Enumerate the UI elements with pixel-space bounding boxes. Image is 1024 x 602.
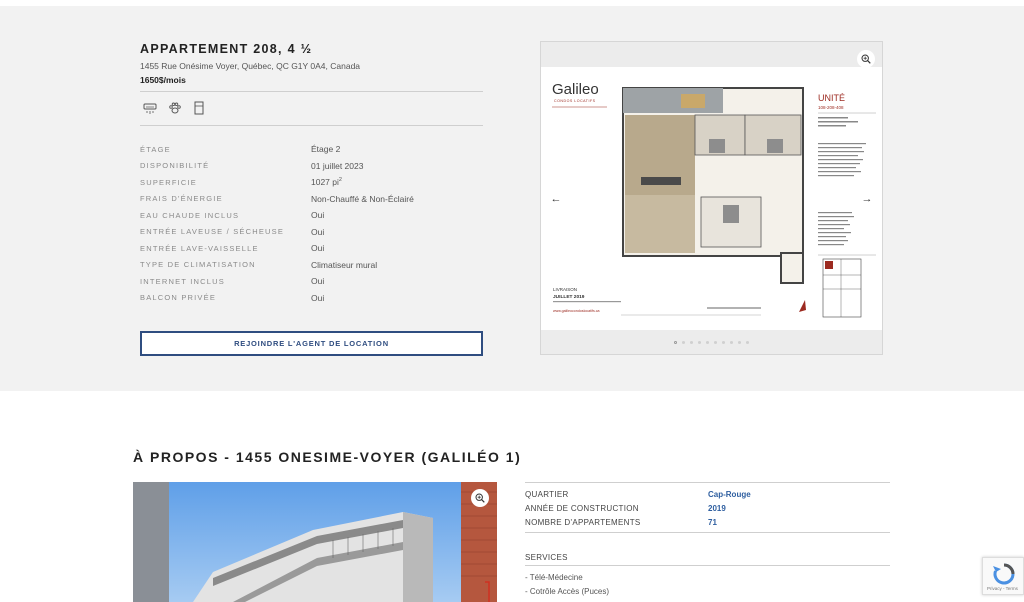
building-details: QUARTIER Cap-Rouge ANNÉE DE CONSTRUCTION…: [525, 487, 890, 529]
air-conditioner-icon: [143, 103, 157, 114]
paw-icon: [169, 102, 181, 114]
area-unit-superscript: 2: [338, 177, 342, 184]
image-gallery[interactable]: Galileo CONDOS LOCATIFS UNITÉ 108-208-40…: [540, 41, 883, 355]
spec-row-ac: TYPE DE CLIMATISATION Climatiseur mural: [140, 257, 483, 274]
spec-label: ENTRÉE LAVE-VAISSELLE: [140, 243, 259, 253]
unit-title: UNITÉ: [818, 93, 845, 103]
listing-title: APPARTEMENT 208, 4 ½: [140, 42, 313, 56]
unit-numbers: 108-208-408: [818, 105, 844, 110]
delivery-date: JUILLET 2019: [553, 294, 585, 300]
spec-value: Étage 2: [311, 144, 341, 155]
listing-price: 1650$/mois: [140, 75, 186, 85]
arrow-left-icon: ←: [550, 192, 562, 205]
service-item: - Télé-Médecine: [525, 573, 583, 582]
recaptcha-icon: [993, 563, 1015, 585]
zoom-button[interactable]: [857, 50, 875, 68]
zoom-in-icon: [475, 493, 485, 503]
spec-label: DISPONIBILITÉ: [140, 161, 210, 171]
gallery-next-button[interactable]: →: [858, 190, 876, 208]
divider: [140, 125, 483, 126]
spec-row-washer: ENTRÉE LAVEUSE / SÉCHEUSE Oui: [140, 224, 483, 241]
about-title: À PROPOS - 1455 ONESIME-VOYER (GALILÉO 1…: [133, 449, 522, 465]
recaptcha-badge[interactable]: Privacy - Terms: [982, 557, 1024, 595]
gallery-dot[interactable]: [682, 341, 685, 344]
zoom-in-icon: [861, 54, 871, 64]
contact-agent-button[interactable]: REJOINDRE L'AGENT DE LOCATION: [140, 331, 483, 356]
spec-row-area: SUPERFICIE 1027 pi2: [140, 174, 483, 191]
floorplan-drawing: Galileo CONDOS LOCATIFS UNITÉ 108-208-40…: [552, 81, 876, 318]
spec-row-energy: FRAIS D'ÉNERGIE Non-Chauffé & Non-Éclair…: [140, 191, 483, 208]
floorplan-image[interactable]: Galileo CONDOS LOCATIFS UNITÉ 108-208-40…: [541, 67, 882, 330]
divider: [140, 91, 483, 92]
detail-row-neighborhood: QUARTIER Cap-Rouge: [525, 487, 890, 501]
detail-value: 2019: [708, 503, 726, 513]
service-item: - Cotrôle Accès (Puces): [525, 587, 610, 596]
refrigerator-icon: [194, 101, 204, 115]
spec-label: INTERNET INCLUS: [140, 276, 225, 286]
spec-label: FRAIS D'ÉNERGIE: [140, 194, 223, 204]
spec-label: ÉTAGE: [140, 144, 171, 154]
spec-value: Oui: [311, 243, 325, 254]
area-value: 1027 pi: [311, 177, 339, 188]
building-photo-drawing: [133, 482, 497, 602]
recaptcha-links[interactable]: Privacy - Terms: [987, 586, 1018, 591]
detail-row-unit-count: NOMBRE D'APPARTEMENTS 71: [525, 515, 890, 529]
spec-row-hot-water: EAU CHAUDE INCLUS Oui: [140, 207, 483, 224]
gallery-dot[interactable]: [722, 341, 725, 344]
divider: [525, 565, 890, 566]
spec-label: SUPERFICIE: [140, 177, 198, 187]
photo-zoom-button[interactable]: [471, 489, 489, 507]
spec-value: Oui: [311, 210, 325, 221]
gallery-dot[interactable]: [674, 341, 677, 344]
spec-label: EAU CHAUDE INCLUS: [140, 210, 240, 220]
spec-row-floor: ÉTAGE Étage 2: [140, 141, 483, 158]
floorplan-brand-sub: CONDOS LOCATIFS: [554, 99, 596, 103]
spec-label: TYPE DE CLIMATISATION: [140, 260, 256, 270]
spec-row-dishwasher: ENTRÉE LAVE-VAISSELLE Oui: [140, 240, 483, 257]
detail-label: QUARTIER: [525, 489, 569, 499]
listing-address: 1455 Rue Onésime Voyer, Québec, QC G1Y 0…: [140, 61, 361, 71]
services-title: SERVICES: [525, 553, 568, 562]
spec-label: ENTRÉE LAVEUSE / SÉCHEUSE: [140, 227, 285, 237]
arrow-right-icon: →: [861, 192, 873, 205]
divider: [525, 482, 890, 483]
gallery-dot[interactable]: [706, 341, 709, 344]
gallery-dot[interactable]: [714, 341, 717, 344]
detail-label: NOMBRE D'APPARTEMENTS: [525, 517, 641, 527]
floorplan-website: www.galileocondoslocatifs.ca: [553, 309, 600, 313]
spec-value: Non-Chauffé & Non-Éclairé: [311, 193, 414, 204]
gallery-dot[interactable]: [738, 341, 741, 344]
spec-value: Oui: [311, 226, 325, 237]
spec-row-internet: INTERNET INCLUS Oui: [140, 273, 483, 290]
spec-value: 1027 pi2: [311, 177, 342, 187]
building-photo[interactable]: [133, 482, 497, 602]
gallery-prev-button[interactable]: ←: [547, 190, 565, 208]
gallery-dot[interactable]: [698, 341, 701, 344]
floorplan-brand: Galileo: [552, 81, 599, 98]
detail-value: 71: [708, 517, 717, 527]
spec-value: Oui: [311, 276, 325, 287]
spec-value: Climatiseur mural: [311, 259, 378, 270]
specs-table: ÉTAGE Étage 2 DISPONIBILITÉ 01 juillet 2…: [140, 141, 483, 306]
spec-row-balcony: BALCON PRIVÉE Oui: [140, 290, 483, 307]
spec-row-availability: DISPONIBILITÉ 01 juillet 2023: [140, 158, 483, 175]
divider: [525, 532, 890, 533]
detail-label: ANNÉE DE CONSTRUCTION: [525, 503, 639, 513]
delivery-label: LIVRAISON: [553, 287, 577, 292]
gallery-dot[interactable]: [690, 341, 693, 344]
gallery-dot[interactable]: [746, 341, 749, 344]
spec-label: BALCON PRIVÉE: [140, 293, 217, 303]
spec-value: Oui: [311, 292, 325, 303]
spec-value: 01 juillet 2023: [311, 160, 364, 171]
gallery-pagination: [541, 341, 882, 344]
gallery-dot[interactable]: [730, 341, 733, 344]
detail-row-year: ANNÉE DE CONSTRUCTION 2019: [525, 501, 890, 515]
detail-value-link[interactable]: Cap-Rouge: [708, 490, 751, 499]
